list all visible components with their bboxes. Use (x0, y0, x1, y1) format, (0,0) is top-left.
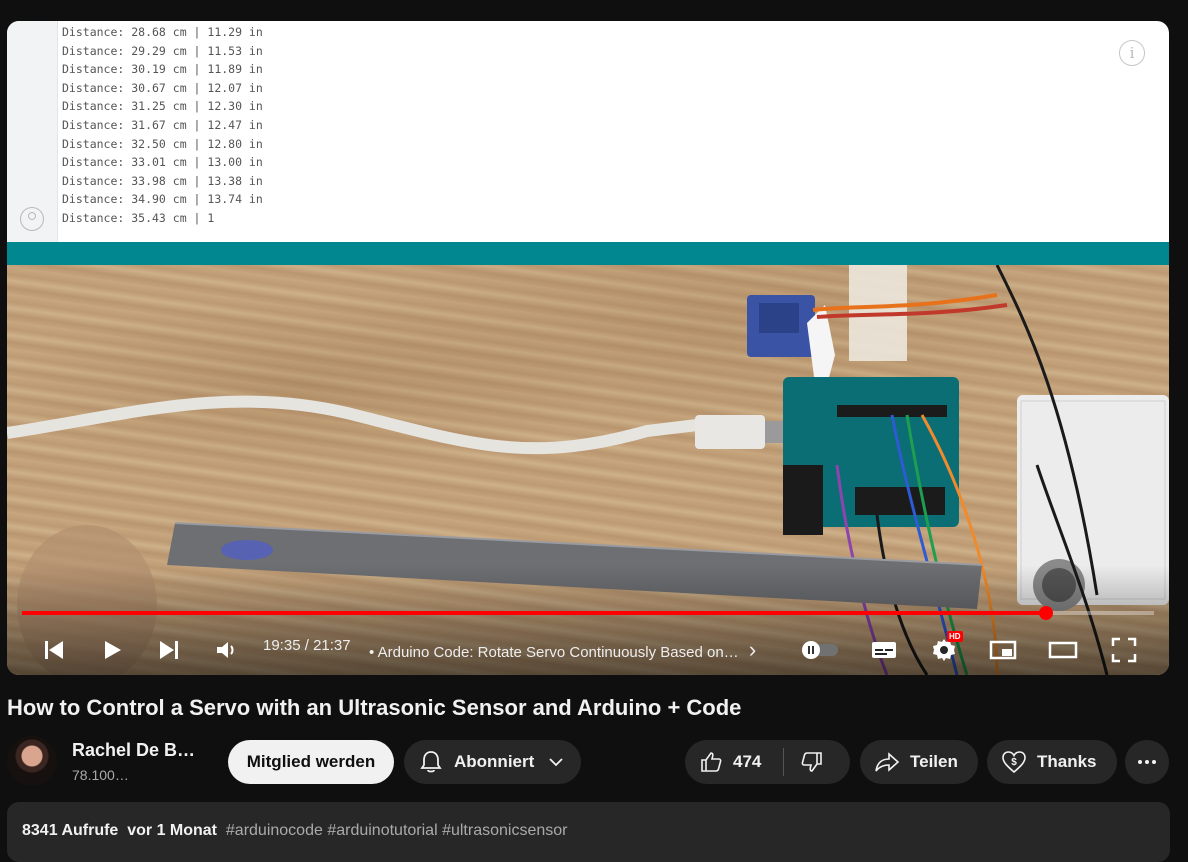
chevron-right-icon: › (748, 637, 757, 662)
thanks-button[interactable]: $ Thanks (987, 740, 1117, 784)
fullscreen-button[interactable] (1109, 634, 1139, 666)
upload-age: vor 1 Monat (127, 822, 218, 839)
subscriber-count: 78.100… (72, 767, 129, 783)
serial-line: Distance: 30.19 cm | 11.89 in (62, 62, 263, 77)
subscribed-label: Abonniert (454, 752, 535, 771)
ide-status-bar (7, 242, 1169, 265)
serial-output: Distance: 28.68 cm | 11.29 in Distance: … (62, 23, 263, 228)
next-button[interactable] (154, 634, 184, 666)
player-controls: 19:35 / 21:37 • Arduino Code: Rotate Ser… (7, 601, 1169, 675)
video-player[interactable]: Distance: 28.68 cm | 11.29 in Distance: … (7, 21, 1169, 675)
settings-button[interactable]: HD (929, 631, 963, 666)
description-box[interactable]: 8341 Aufrufe vor 1 Monat #arduinocode #a… (7, 802, 1170, 862)
fullscreen-icon (1111, 637, 1137, 663)
thumbs-up-icon (701, 752, 722, 772)
volume-button[interactable] (210, 634, 240, 666)
join-button[interactable]: Mitglied werden (228, 740, 394, 784)
hd-badge: HD (947, 631, 963, 642)
like-count: 474 (733, 752, 762, 771)
autoplay-toggle-icon (802, 641, 838, 659)
svg-text:$: $ (1011, 757, 1017, 768)
user-avatar-icon (20, 207, 44, 231)
info-icon[interactable]: i (1119, 40, 1145, 66)
thanks-heart-icon: $ (1002, 751, 1026, 774)
bell-icon (420, 751, 442, 773)
play-icon (105, 641, 121, 659)
volume-icon (217, 642, 234, 658)
more-actions-button[interactable] (1125, 740, 1169, 784)
serial-line: Distance: 30.67 cm | 12.07 in (62, 80, 263, 95)
skip-next-icon (160, 641, 178, 659)
hashtags[interactable]: #arduinocode #arduinotutorial #ultrasoni… (226, 822, 568, 839)
serial-line: Distance: 33.01 cm | 13.00 in (62, 155, 263, 170)
miniplayer-button[interactable] (988, 634, 1018, 666)
video-title: How to Control a Servo with an Ultrasoni… (7, 695, 742, 720)
like-dislike-group: 474 (685, 740, 850, 784)
share-button[interactable]: Teilen (860, 740, 978, 784)
subtitles-button[interactable] (869, 634, 899, 666)
share-label: Teilen (910, 752, 958, 771)
serial-line: Distance: 31.67 cm | 12.47 in (62, 117, 263, 132)
description-meta: 8341 Aufrufe vor 1 Monat #arduinocode #a… (22, 822, 567, 840)
theater-mode-icon (1048, 641, 1078, 659)
thumbs-down-icon (801, 752, 822, 772)
theater-mode-button[interactable] (1048, 634, 1078, 666)
serial-line: Distance: 31.25 cm | 12.30 in (62, 99, 263, 114)
share-icon (875, 752, 900, 772)
subtitles-icon (872, 642, 896, 658)
progress-bar[interactable] (22, 606, 1154, 620)
time-separator: / (300, 637, 314, 654)
previous-button[interactable] (39, 634, 69, 666)
serial-line: Distance: 29.29 cm | 11.53 in (62, 43, 263, 58)
chapter-title: Arduino Code: Rotate Servo Continuously … (377, 644, 739, 661)
view-count: 8341 Aufrufe (22, 822, 119, 839)
chevron-down-icon (549, 758, 563, 767)
serial-line: Distance: 28.68 cm | 11.29 in (62, 25, 263, 39)
serial-monitor: Distance: 28.68 cm | 11.29 in Distance: … (7, 21, 1169, 243)
skip-previous-icon (45, 641, 63, 659)
serial-line: Distance: 32.50 cm | 12.80 in (62, 136, 263, 151)
serial-line: Distance: 34.90 cm | 13.74 in (62, 192, 263, 207)
play-button[interactable] (97, 634, 127, 666)
serial-gutter (7, 21, 58, 243)
channel-avatar[interactable] (7, 736, 57, 786)
chapter-bullet: • (369, 644, 375, 661)
miniplayer-icon (989, 640, 1017, 660)
thanks-label: Thanks (1037, 752, 1097, 771)
serial-line: Distance: 35.43 cm | 1 (62, 210, 215, 225)
progress-fill (22, 611, 1047, 615)
dislike-button[interactable] (784, 750, 840, 774)
more-horizontal-icon (1138, 760, 1156, 764)
serial-line: Distance: 33.98 cm | 13.38 in (62, 173, 263, 188)
autoplay-toggle[interactable] (800, 634, 840, 666)
duration: 21:37 (313, 637, 351, 654)
chapter-title-button[interactable]: • Arduino Code: Rotate Servo Continuousl… (369, 637, 756, 663)
channel-name[interactable]: Rachel De B… (72, 740, 195, 761)
subscribed-button[interactable]: Abonniert (404, 740, 581, 784)
time-display: 19:35 / 21:37 (263, 637, 351, 654)
progress-scrubber[interactable] (1039, 606, 1054, 620)
current-time: 19:35 (263, 637, 301, 654)
like-button[interactable]: 474 (685, 750, 783, 774)
